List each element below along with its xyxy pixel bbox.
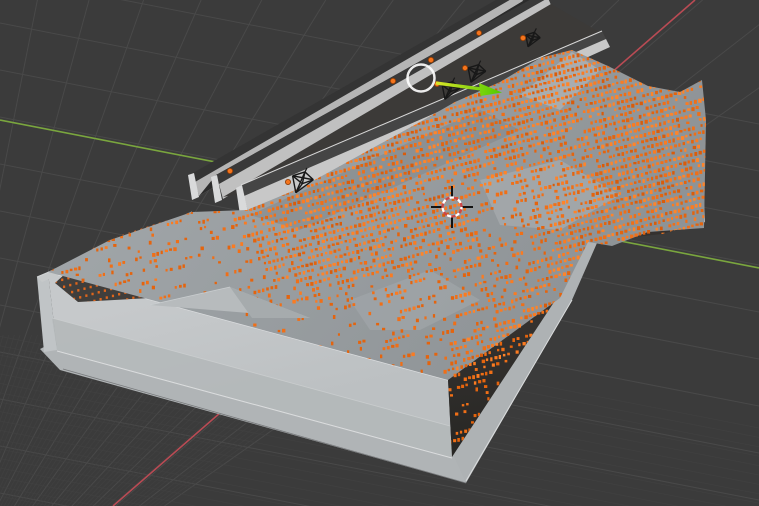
viewport-canvas[interactable] [0,0,759,506]
lamp-origin-point [462,65,467,70]
selected-vertex-point [227,168,232,173]
selected-vertex-point [520,35,525,40]
lamp-origin-point [285,179,290,184]
selected-vertex-point [390,78,395,83]
blender-3d-viewport[interactable] [0,0,759,506]
selected-vertex-point [428,57,433,62]
lamp-origin-point [476,30,481,35]
